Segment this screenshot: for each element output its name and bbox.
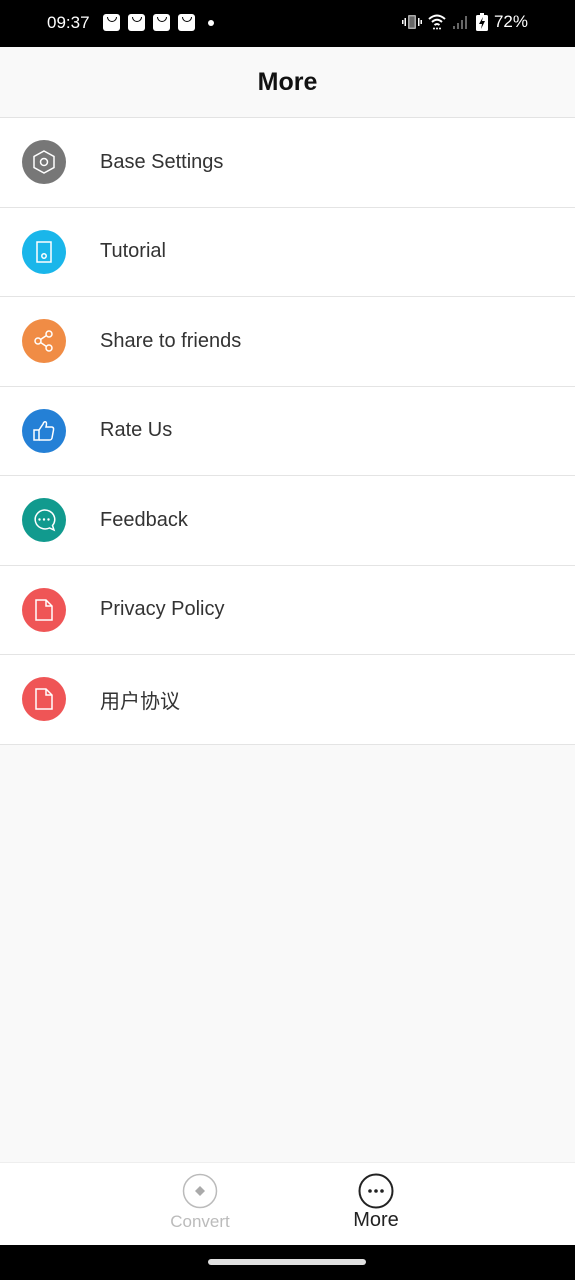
menu-item-base-settings[interactable]: Base Settings — [0, 118, 575, 208]
menu-item-label: Rate Us — [100, 419, 173, 442]
menu-item-label: Privacy Policy — [100, 598, 225, 621]
home-gesture-handle[interactable] — [208, 1259, 366, 1265]
chat-bubble-icon — [22, 498, 66, 543]
status-bar: 09:37 72% — [0, 0, 575, 47]
document-icon — [22, 587, 66, 632]
menu-item-user-agreement[interactable]: 用户协议 — [0, 655, 575, 745]
document-icon — [22, 677, 66, 722]
menu-item-share[interactable]: Share to friends — [0, 297, 575, 387]
notification-icons — [103, 14, 214, 31]
tab-label: Convert — [170, 1212, 230, 1231]
thumbs-up-icon — [22, 408, 66, 453]
tab-convert[interactable]: Convert — [130, 1163, 270, 1246]
battery-percent: 72% — [493, 12, 528, 31]
menu-item-label: Share to friends — [100, 329, 242, 352]
signal-icon — [452, 16, 467, 29]
menu-item-feedback[interactable]: Feedback — [0, 476, 575, 566]
menu-item-label: Base Settings — [100, 150, 224, 173]
status-time: 09:37 — [47, 13, 90, 32]
share-icon — [22, 319, 66, 364]
menu-list: Base Settings Tutorial Share to friends … — [0, 118, 575, 745]
tab-more[interactable]: More — [306, 1163, 446, 1246]
menu-item-rate-us[interactable]: Rate Us — [0, 386, 575, 476]
menu-item-privacy-policy[interactable]: Privacy Policy — [0, 565, 575, 655]
shopping-bag-icon — [178, 14, 195, 31]
dot-icon — [208, 19, 214, 26]
system-status: 72% — [401, 12, 528, 32]
page-header: More — [0, 47, 575, 118]
menu-item-label: 用户协议 — [100, 690, 180, 713]
tab-label: More — [353, 1209, 399, 1231]
menu-item-label: Tutorial — [100, 240, 166, 263]
tutorial-device-icon — [22, 229, 66, 274]
wifi-icon — [428, 14, 446, 30]
more-dots-icon — [358, 1173, 394, 1209]
menu-item-label: Feedback — [100, 508, 188, 531]
menu-item-tutorial[interactable]: Tutorial — [0, 207, 575, 297]
bottom-nav: Convert More — [0, 1162, 575, 1245]
page-title: More — [257, 67, 318, 96]
system-gesture-bar — [0, 1245, 575, 1280]
battery-charging-icon — [475, 13, 488, 31]
convert-icon — [182, 1173, 218, 1209]
shopping-bag-icon — [153, 14, 170, 31]
vibrate-icon — [401, 15, 422, 29]
settings-hexagon-icon — [22, 140, 66, 185]
shopping-bag-icon — [128, 14, 145, 31]
shopping-bag-icon — [103, 14, 120, 31]
